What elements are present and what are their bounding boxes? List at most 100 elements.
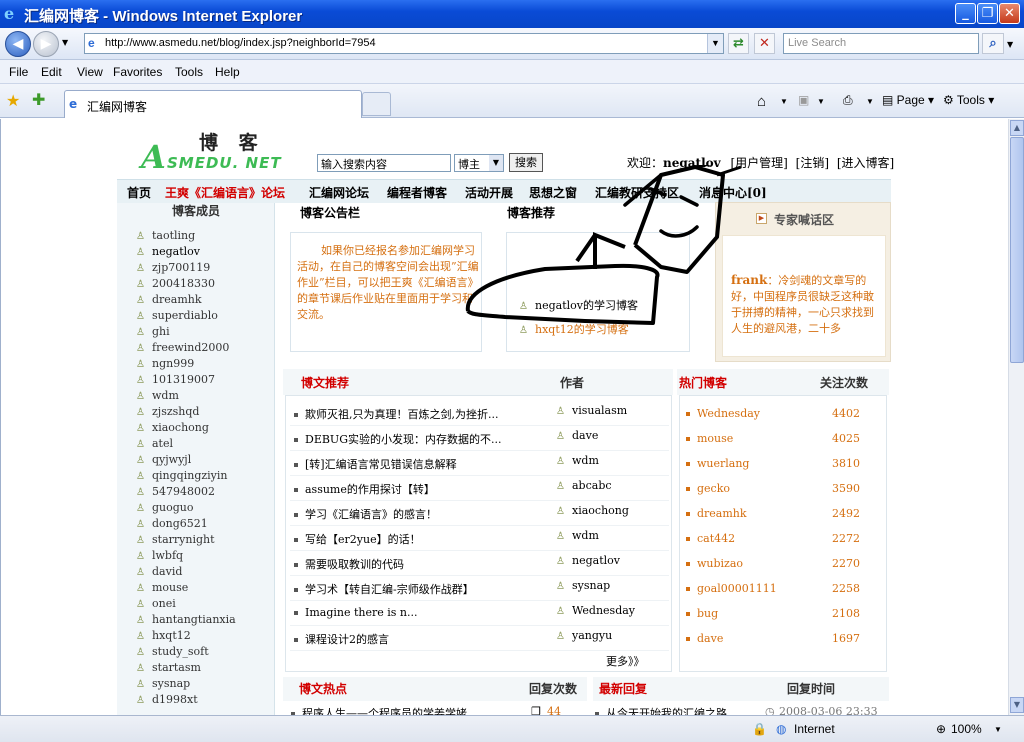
hot-blog-row[interactable]: wubizao xyxy=(686,557,743,570)
member-item[interactable]: ♙ ghi xyxy=(136,325,170,339)
post-row[interactable]: 欺师灭祖,只为真理！百炼之剑,为挫折... xyxy=(294,406,498,422)
scroll-down-icon[interactable]: ▼ xyxy=(1010,697,1024,713)
add-favorites-icon[interactable]: ✚ xyxy=(32,90,45,109)
forward-button[interactable]: ▶ xyxy=(33,31,59,57)
post-row[interactable]: DEBUG实验的小发现：内存数据的不... xyxy=(294,431,501,447)
member-item[interactable]: ♙ study_soft xyxy=(136,645,209,659)
blog-search-input[interactable]: 输入搜索内容 xyxy=(317,154,451,172)
nav-activities[interactable]: 活动开展 xyxy=(465,184,513,201)
scrollbar-thumb[interactable] xyxy=(1010,137,1024,363)
member-item[interactable]: ♙ onei xyxy=(136,597,176,611)
address-dropdown-icon[interactable]: ▼ xyxy=(707,34,723,53)
member-item[interactable]: ♙ wdm xyxy=(136,389,179,403)
post-author[interactable]: ♙ yangyu xyxy=(556,629,612,643)
hot-blog-row[interactable]: dave xyxy=(686,632,723,645)
member-item[interactable]: ♙ freewind2000 xyxy=(136,341,229,355)
menu-favorites[interactable]: Favorites xyxy=(113,65,162,79)
search-options-icon[interactable]: ▼ xyxy=(1007,40,1013,49)
post-author[interactable]: ♙ xiaochong xyxy=(556,504,629,518)
close-button[interactable]: ✕ xyxy=(999,3,1020,24)
live-search-input[interactable]: Live Search xyxy=(783,33,979,54)
feeds-icon[interactable]: ▣ xyxy=(798,93,809,107)
vertical-scrollbar[interactable]: ▲ ▼ xyxy=(1008,119,1024,715)
scroll-up-icon[interactable]: ▲ xyxy=(1010,120,1024,136)
nav-messages[interactable]: 消息中心[0] xyxy=(699,184,767,201)
page-menu[interactable]: ▤ Page ▾ xyxy=(882,93,934,107)
refresh-icon[interactable]: ⇄ xyxy=(728,33,749,54)
post-row[interactable]: 写给【er2yue】的话！ xyxy=(294,531,421,547)
member-item[interactable]: ♙ atel xyxy=(136,437,173,451)
zoom-level[interactable]: 100% xyxy=(951,722,982,736)
member-item[interactable]: ♙ qyjwyjl xyxy=(136,453,191,467)
member-item[interactable]: ♙ guoguo xyxy=(136,501,194,515)
member-item[interactable]: ♙ 547948002 xyxy=(136,485,215,499)
post-author[interactable]: ♙ wdm xyxy=(556,529,599,543)
post-author[interactable]: ♙ wdm xyxy=(556,454,599,468)
member-item[interactable]: ♙ xiaochong xyxy=(136,421,209,435)
hot-post-row[interactable]: 程序人生——个程序员的学姜学姥 xyxy=(291,705,467,715)
expert-author[interactable]: frank xyxy=(731,273,767,287)
post-row[interactable]: 学习术【转自汇编-宗师级作战群】 xyxy=(294,581,474,597)
home-dropdown-icon[interactable]: ▼ xyxy=(780,97,788,106)
menu-help[interactable]: Help xyxy=(215,65,240,79)
hot-blog-row[interactable]: wuerlang xyxy=(686,457,749,470)
hot-blog-row[interactable]: gecko xyxy=(686,482,730,495)
member-item[interactable]: ♙ taotling xyxy=(136,229,195,243)
member-item[interactable]: ♙ david xyxy=(136,565,182,579)
post-row[interactable]: [转]汇编语言常见错误信息解释 xyxy=(294,456,457,472)
favorites-star-icon[interactable]: ★ xyxy=(6,91,20,110)
member-item[interactable]: ♙ superdiablo xyxy=(136,309,218,323)
post-author[interactable]: ♙ dave xyxy=(556,429,598,443)
menu-view[interactable]: View xyxy=(77,65,103,79)
member-item[interactable]: ♙ startasm xyxy=(136,661,201,675)
member-item[interactable]: ♙ 200418330 xyxy=(136,277,215,291)
member-item[interactable]: ♙ zjszshqd xyxy=(136,405,199,419)
hot-blog-row[interactable]: cat442 xyxy=(686,532,735,545)
recommend-item[interactable]: ♙ negatlov的学习博客 xyxy=(519,297,638,313)
post-row[interactable]: 学习《汇编语言》的感言！ xyxy=(294,506,437,522)
member-item[interactable]: ♙ sysnap xyxy=(136,677,190,691)
address-bar[interactable]: e http://www.asmedu.net/blog/index.jsp?n… xyxy=(84,33,724,54)
zoom-icon[interactable]: ⊕ xyxy=(936,722,946,736)
tab-active[interactable]: e 汇编网博客 xyxy=(64,90,362,118)
post-author[interactable]: ♙ Wednesday xyxy=(556,604,635,618)
member-item[interactable]: ♙ ngn999 xyxy=(136,357,194,371)
post-row[interactable]: assume的作用探讨【转】 xyxy=(294,481,435,497)
member-item[interactable]: ♙ 101319007 xyxy=(136,373,215,387)
search-icon[interactable]: ⌕ xyxy=(982,33,1004,54)
recommend-item[interactable]: ♙ hxqt12的学习博客 xyxy=(519,321,629,337)
new-tab-button[interactable] xyxy=(362,92,391,116)
post-row[interactable]: Imagine there is n... xyxy=(294,606,418,619)
posts-more-link[interactable]: 更多》》 xyxy=(606,653,645,669)
post-author[interactable]: ♙ negatlov xyxy=(556,554,620,568)
site-logo[interactable]: 博 客 A SMEDU. NET xyxy=(141,124,291,176)
feeds-dropdown-icon[interactable]: ▼ xyxy=(817,97,825,106)
user-manage-link[interactable]: [用户管理] xyxy=(730,156,787,170)
member-item[interactable]: ♙ dong6521 xyxy=(136,517,208,531)
back-button[interactable]: ◀ xyxy=(5,31,31,57)
minimize-button[interactable]: _ xyxy=(955,3,976,24)
print-dropdown-icon[interactable]: ▼ xyxy=(866,97,874,106)
history-dropdown-icon[interactable]: ▼ xyxy=(62,38,68,47)
hot-blog-row[interactable]: Wednesday xyxy=(686,407,760,420)
welcome-username[interactable]: negatlov xyxy=(663,156,721,170)
member-item[interactable]: ♙ hantangtianxia xyxy=(136,613,236,627)
latest-reply-row[interactable]: 从今天开始我的汇编之路 xyxy=(595,705,727,715)
zoom-dropdown-icon[interactable]: ▼ xyxy=(994,725,1002,734)
menu-edit[interactable]: Edit xyxy=(41,65,62,79)
maximize-button[interactable]: ❐ xyxy=(977,3,998,24)
tools-menu[interactable]: ⚙ Tools ▾ xyxy=(943,93,994,107)
hot-blog-row[interactable]: goal00001111 xyxy=(686,582,777,595)
nav-programmer-blog[interactable]: 编程者博客 xyxy=(387,184,447,201)
home-icon[interactable]: ⌂ xyxy=(757,93,766,110)
member-item[interactable]: ♙ lwbfq xyxy=(136,549,183,563)
stop-icon[interactable]: ✕ xyxy=(754,33,775,54)
post-author[interactable]: ♙ visualasm xyxy=(556,404,627,418)
member-item[interactable]: ♙ negatlov xyxy=(136,245,200,259)
post-author[interactable]: ♙ abcabc xyxy=(556,479,612,493)
menu-file[interactable]: File xyxy=(9,65,28,79)
member-item[interactable]: ♙ d1998xt xyxy=(136,693,198,707)
member-item[interactable]: ♙ starrynight xyxy=(136,533,215,547)
nav-ideas[interactable]: 思想之窗 xyxy=(529,184,577,201)
logout-link[interactable]: [注销] xyxy=(796,156,829,170)
